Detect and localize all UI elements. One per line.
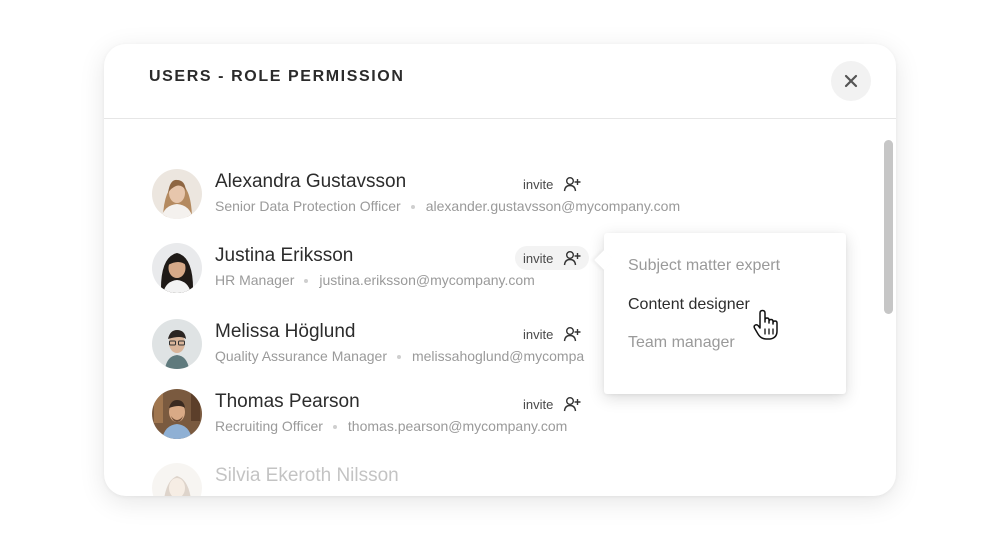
user-email: alexander.gustavsson@mycompany.com	[425, 198, 681, 214]
close-button[interactable]	[831, 61, 871, 101]
invite-label: invite	[523, 176, 554, 192]
avatar	[152, 389, 202, 439]
separator-dot	[396, 355, 401, 360]
role-option-subject-matter-expert[interactable]: Subject matter expert	[628, 257, 781, 275]
scrollbar[interactable]	[884, 140, 893, 314]
separator-dot	[304, 279, 309, 284]
user-role: HR Manager	[215, 272, 295, 288]
user-email: melissahoglund@mycompa	[411, 348, 585, 364]
user-email: thomas.pearson@mycompany.com	[347, 418, 568, 434]
invite-label: invite	[523, 326, 554, 342]
avatar	[152, 243, 202, 293]
role-dropdown: Subject matter expert Content designer T…	[604, 233, 846, 394]
role-option-team-manager[interactable]: Team manager	[628, 334, 735, 352]
invite-button[interactable]: invite	[515, 322, 589, 346]
user-row: Alexandra Gustavsson Senior Data Protect…	[152, 169, 852, 225]
invite-label: invite	[523, 250, 554, 266]
user-meta: HR Manager justina.eriksson@mycompany.com	[215, 272, 535, 288]
role-option-content-designer[interactable]: Content designer	[628, 296, 750, 314]
invite-button[interactable]: invite	[515, 392, 589, 416]
add-user-icon	[564, 397, 581, 412]
user-row: Silvia Ekeroth Nilsson	[152, 463, 852, 496]
hand-pointer-icon	[752, 309, 782, 346]
modal-title: USERS - ROLE PERMISSION	[149, 68, 405, 85]
user-row: Thomas Pearson Recruiting Officer thomas.…	[152, 389, 852, 445]
user-name: Thomas Pearson	[215, 391, 360, 412]
separator-dot	[332, 425, 337, 430]
invite-button[interactable]: invite	[515, 246, 590, 270]
user-meta: Recruiting Officer thomas.pearson@mycompa…	[215, 418, 567, 434]
modal-header: USERS - ROLE PERMISSION	[104, 44, 896, 119]
user-role: Senior Data Protection Officer	[215, 198, 401, 214]
add-user-icon	[564, 327, 581, 342]
avatar	[152, 319, 202, 369]
user-name: Silvia Ekeroth Nilsson	[215, 465, 399, 486]
user-role: Quality Assurance Manager	[215, 348, 387, 364]
avatar	[152, 169, 202, 219]
avatar	[152, 463, 202, 496]
user-email: justina.eriksson@mycompany.com	[319, 272, 535, 288]
invite-button[interactable]: invite	[515, 172, 589, 196]
add-user-icon	[564, 251, 581, 266]
user-name: Melissa Höglund	[215, 321, 356, 342]
add-user-icon	[564, 177, 581, 192]
user-meta: Quality Assurance Manager melissahoglund@…	[215, 348, 584, 364]
separator-dot	[410, 205, 415, 210]
user-name: Justina Eriksson	[215, 245, 354, 266]
user-meta: Senior Data Protection Officer alexander.…	[215, 198, 680, 214]
invite-label: invite	[523, 396, 554, 412]
close-icon	[844, 74, 858, 88]
user-name: Alexandra Gustavsson	[215, 171, 407, 192]
user-role: Recruiting Officer	[215, 418, 323, 434]
